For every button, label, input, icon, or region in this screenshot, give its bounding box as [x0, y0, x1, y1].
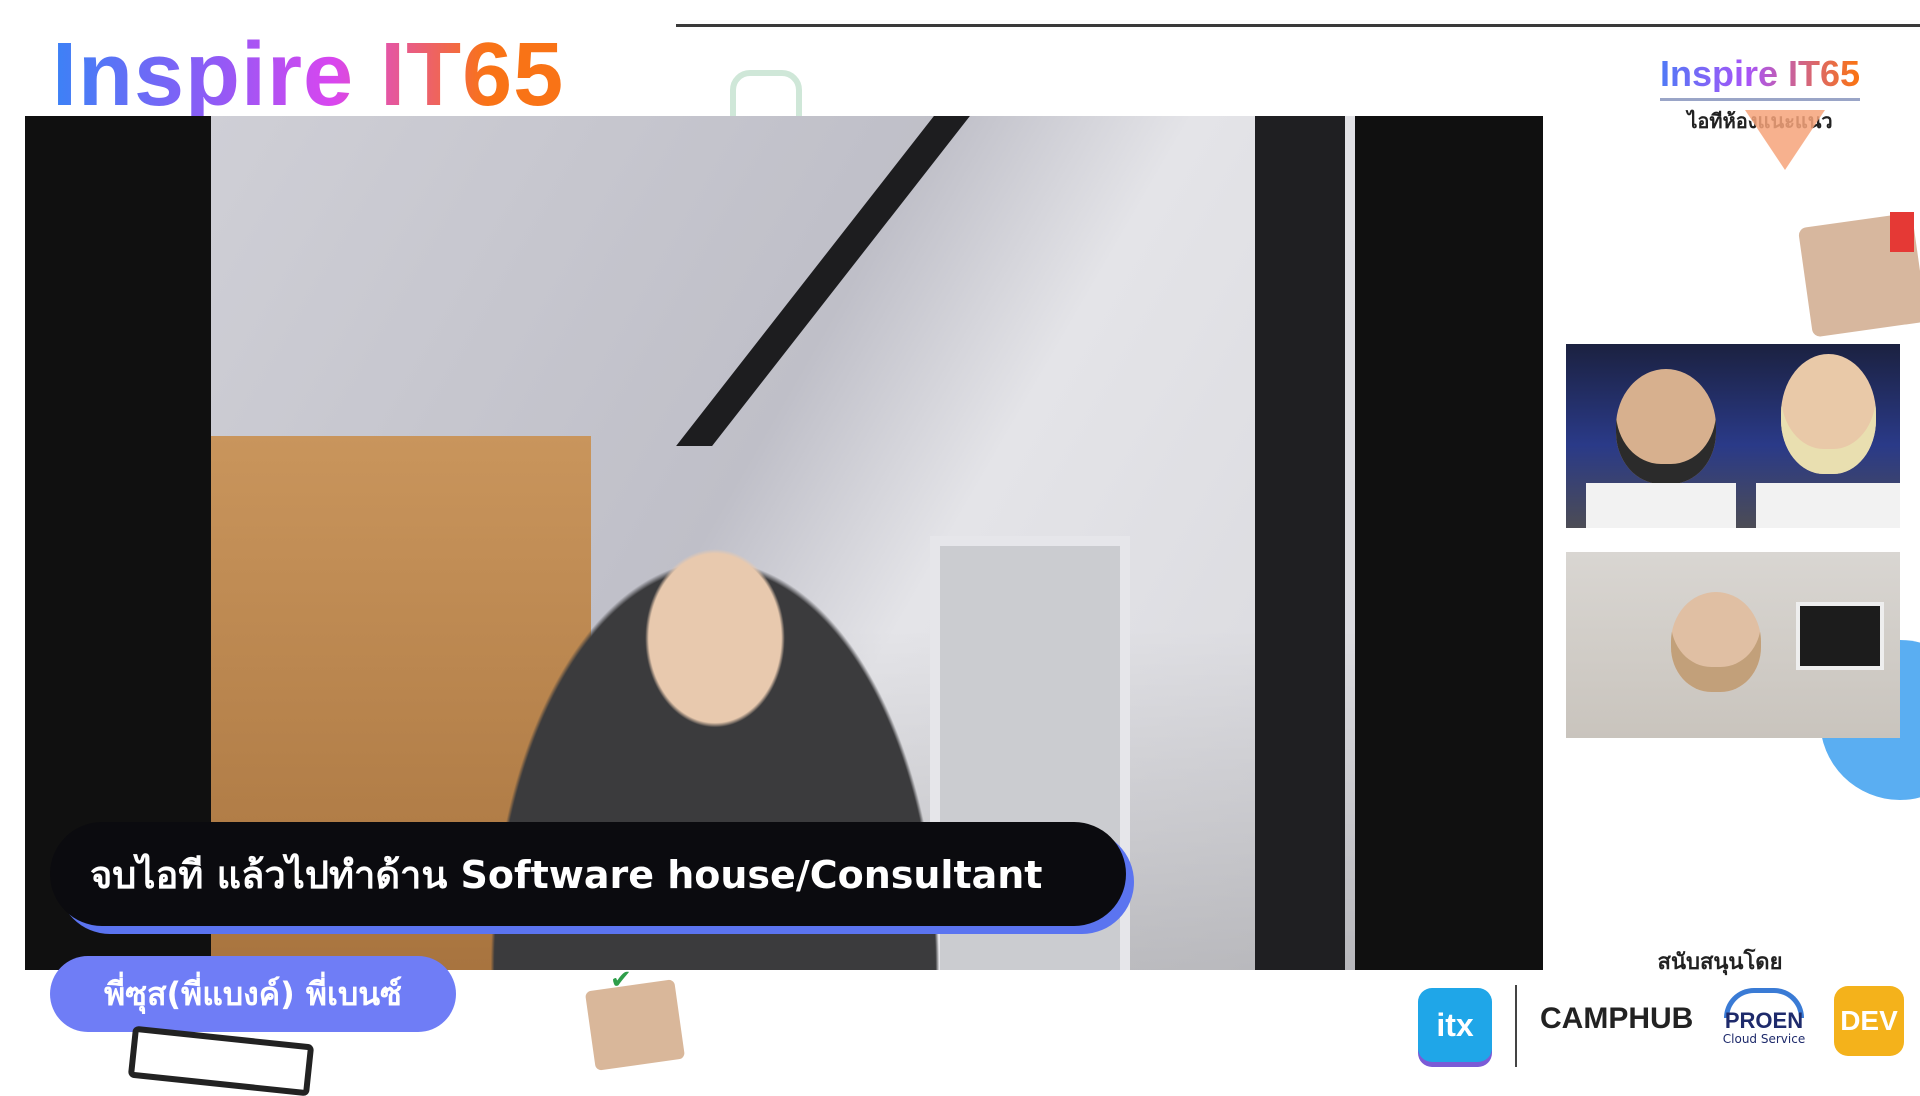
sponsor-label: สนับสนุนโดย: [1657, 950, 1783, 975]
monitor-in-video: [1796, 602, 1884, 670]
sponsor-divider: [1515, 985, 1517, 1067]
event-badge-title: Inspire IT65: [1640, 56, 1880, 92]
speaker-name-pill: พี่ซุส(พี่แบงค์) พี่เบนซ์: [50, 956, 456, 1032]
participant-face: [1671, 592, 1761, 692]
box-decoration-bottom: [584, 979, 686, 1071]
participant-video-1[interactable]: [1566, 344, 1900, 528]
camphub-logo: CAMPHUB: [1540, 1002, 1694, 1035]
laptop-decoration: [127, 1025, 315, 1096]
proen-logo-subtext: Cloud Service: [1722, 1032, 1806, 1046]
triangle-decoration: [1745, 110, 1825, 170]
header-divider: [676, 24, 1920, 27]
pillar: [1255, 116, 1345, 970]
participant-video-2[interactable]: [1566, 552, 1900, 738]
badge-divider: [1660, 98, 1860, 101]
participant-shirt: [1756, 483, 1900, 528]
participant-face: [1781, 354, 1876, 474]
proen-logo: PROEN Cloud Service: [1716, 988, 1812, 1046]
topic-caption: จบไอที แล้วไปทำด้าน Software house/Consu…: [50, 822, 1126, 926]
check-icon: ✔: [610, 965, 632, 995]
flag-decoration: [1890, 212, 1914, 252]
proen-logo-text: PROEN: [1724, 1008, 1804, 1033]
participant-face: [1616, 369, 1716, 484]
itx-logo: itx: [1418, 988, 1492, 1062]
event-title: Inspire IT65: [52, 25, 565, 125]
participant-shirt: [1586, 483, 1736, 528]
dev-logo: DEV: [1834, 986, 1904, 1056]
